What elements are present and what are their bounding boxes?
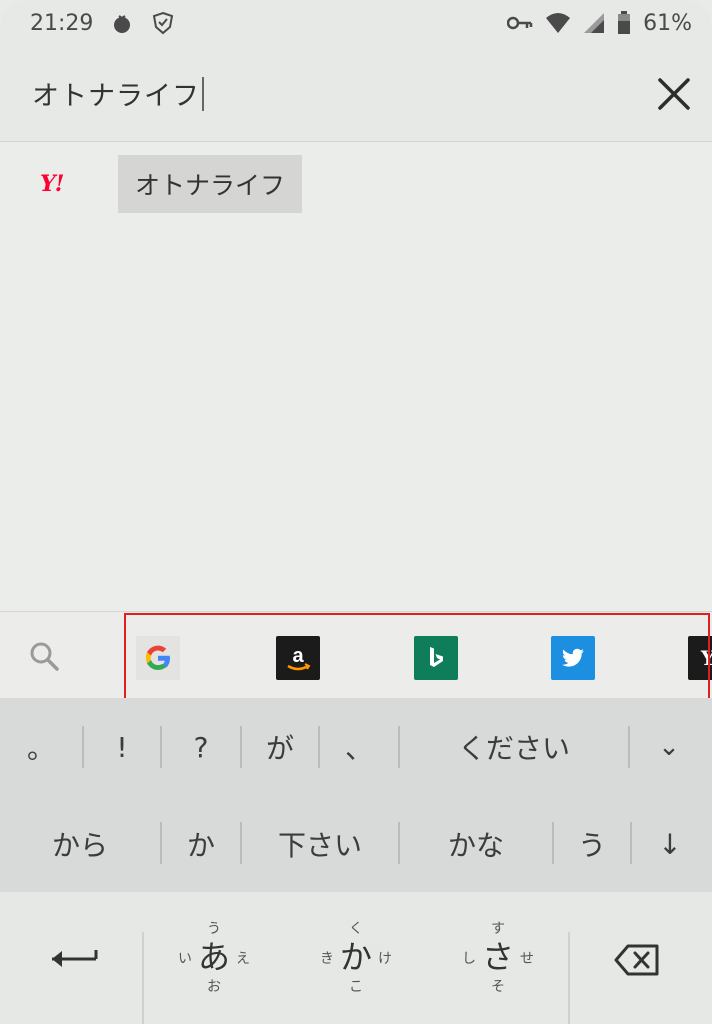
candidate-item[interactable]: 、 (320, 698, 398, 796)
suggestion-area: Y! オトナライフ (0, 143, 712, 611)
suggestion-row: Y! オトナライフ (0, 153, 712, 215)
twitter-engine-button[interactable] (551, 636, 595, 680)
flick-key-sa[interactable]: す し さ せ そ (428, 892, 568, 1024)
candidate-item[interactable]: が (242, 698, 318, 796)
phone-screen: 21:29 61% オトナライフ Y! オトナライフ a Y 。 ! ? が 、… (0, 0, 712, 1024)
flick-main-char: か (339, 938, 373, 976)
flick-down-char: こ (349, 979, 363, 995)
yahoo-engine-button[interactable]: Y (688, 636, 712, 680)
candidate-item[interactable]: ! (84, 698, 160, 796)
flick-left-char: し (462, 951, 476, 967)
close-button[interactable] (654, 74, 694, 114)
text-caret (202, 76, 204, 111)
yahoo-logo: Y! (40, 171, 64, 197)
candidate-row-2: から か 下さい かな う ↓ (0, 796, 712, 892)
close-icon (658, 77, 690, 110)
flick-left-char: き (320, 951, 334, 967)
search-engine-bar: a Y (0, 611, 712, 701)
candidate-row-1: 。 ! ? が 、 ください ⌄ (0, 698, 712, 796)
shield-check-icon (151, 11, 175, 35)
signal-icon (583, 12, 605, 34)
candidate-item[interactable]: う (554, 796, 630, 892)
battery-percent: 61% (643, 10, 692, 36)
google-icon (145, 645, 170, 670)
amazon-engine-button[interactable]: a (276, 636, 320, 680)
flick-right-char: え (236, 951, 250, 967)
keyboard-row: う い あ え お く き か け こ す し さ せ そ (0, 892, 712, 1024)
yahoo-icon: Y (700, 646, 712, 670)
back-arrow-key[interactable] (0, 892, 142, 1024)
search-bar: オトナライフ (0, 46, 712, 142)
search-input[interactable]: オトナライフ (32, 74, 204, 113)
flick-down-char: そ (491, 979, 505, 995)
amazon-icon: a (287, 645, 311, 671)
chevron-down-icon: ⌄ (658, 732, 680, 762)
twitter-icon (562, 648, 584, 667)
search-icon (28, 640, 60, 676)
status-bar: 21:29 61% (0, 0, 712, 46)
candidate-item[interactable]: ください (400, 698, 628, 796)
expand-candidates-button[interactable]: ⌄ (630, 698, 708, 796)
search-query-text: オトナライフ (32, 81, 200, 112)
status-time: 21:29 (30, 10, 94, 36)
backspace-key[interactable] (570, 892, 712, 1024)
flick-left-char: い (178, 951, 192, 967)
candidate-item[interactable]: から (0, 796, 160, 892)
candidate-item[interactable]: ? (162, 698, 240, 796)
key-icon (507, 15, 533, 31)
back-arrow-icon (52, 950, 98, 967)
flick-key-ka[interactable]: く き か け こ (286, 892, 426, 1024)
scroll-down-button[interactable]: ↓ (632, 796, 708, 892)
backspace-icon (614, 944, 659, 976)
svg-text:a: a (292, 645, 304, 667)
flick-main-char: あ (197, 938, 231, 976)
tomato-icon (111, 12, 133, 34)
flick-main-char: さ (481, 938, 515, 976)
bing-engine-button[interactable] (414, 636, 458, 680)
arrow-down-icon: ↓ (658, 827, 682, 861)
flick-right-char: け (378, 951, 392, 967)
flick-key-a[interactable]: う い あ え お (144, 892, 284, 1024)
bing-icon (430, 647, 443, 667)
battery-icon (617, 11, 631, 35)
flick-right-char: せ (520, 951, 534, 967)
google-engine-button[interactable] (136, 636, 180, 680)
candidate-item[interactable]: 下さい (242, 796, 398, 892)
candidate-item[interactable]: かな (400, 796, 552, 892)
candidate-item[interactable]: 。 (0, 698, 82, 796)
candidate-item[interactable]: か (162, 796, 240, 892)
suggestion-chip[interactable]: オトナライフ (118, 155, 302, 213)
wifi-icon (545, 12, 571, 34)
flick-down-char: お (207, 979, 221, 995)
